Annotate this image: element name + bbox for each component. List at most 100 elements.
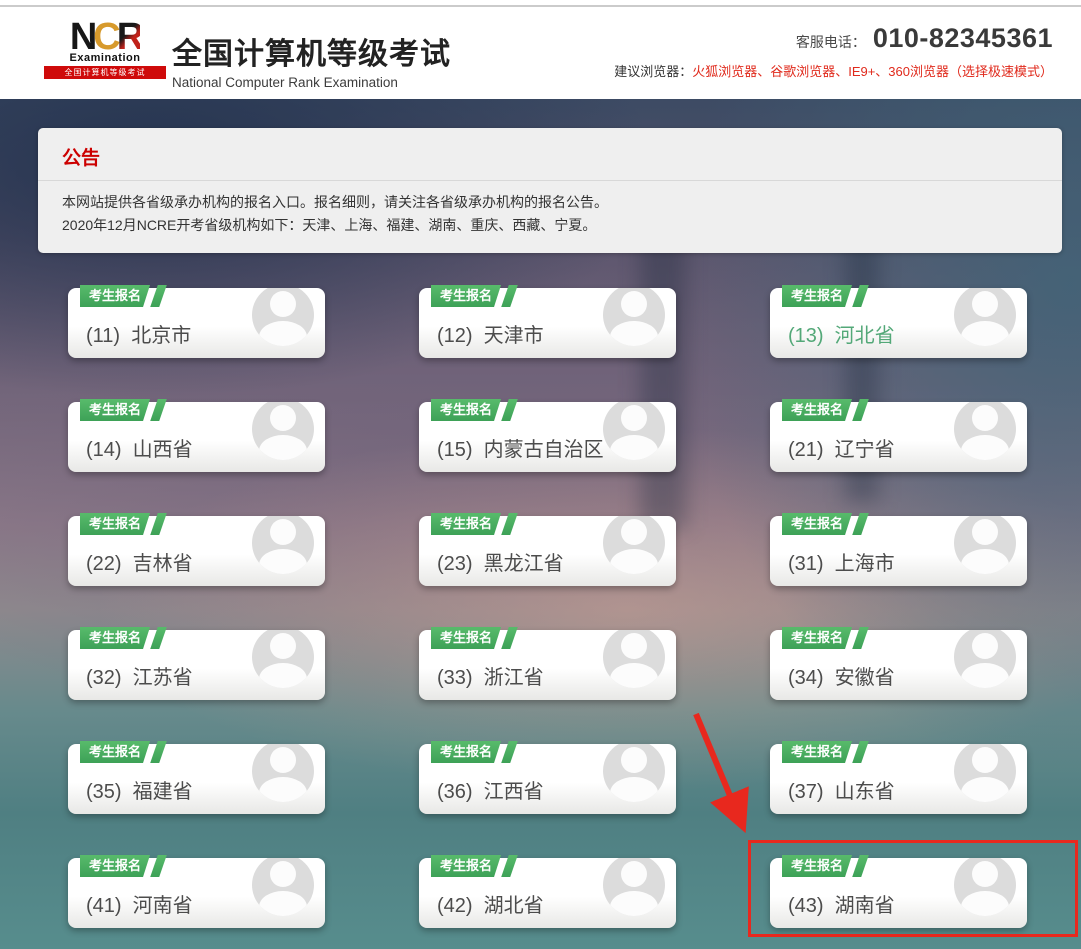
registration-badge-label: 考生报名	[431, 855, 501, 877]
province-label: (23) 黑龙江省	[437, 547, 564, 576]
user-avatar-icon	[252, 744, 314, 802]
registration-badge: 考生报名	[782, 399, 865, 421]
registration-badge-label: 考生报名	[782, 627, 852, 649]
province-card[interactable]: 考生报名 (14) 山西省	[68, 402, 325, 472]
registration-badge-label: 考生报名	[782, 855, 852, 877]
province-label: (33) 浙江省	[437, 661, 544, 690]
province-card[interactable]: 考生报名 (13) 河北省	[770, 288, 1027, 358]
user-avatar-icon	[954, 744, 1016, 802]
announcement-line-2: 2020年12月NCRE开考省级机构如下：天津、上海、福建、湖南、重庆、西藏、宁…	[62, 214, 1038, 237]
province-card[interactable]: 考生报名 (21) 辽宁省	[770, 402, 1027, 472]
registration-badge: 考生报名	[782, 285, 865, 307]
user-avatar-icon	[252, 402, 314, 460]
province-card[interactable]: 考生报名 (23) 黑龙江省	[419, 516, 676, 586]
user-avatar-icon	[954, 630, 1016, 688]
announcement-title: 公告	[38, 128, 1062, 181]
registration-badge: 考生报名	[782, 741, 865, 763]
province-card-annotated[interactable]: 考生报名 (43) 湖南省	[770, 858, 1027, 928]
registration-badge-label: 考生报名	[782, 285, 852, 307]
user-avatar-icon	[603, 744, 665, 802]
ncre-logo[interactable]: NCR Examination 全国计算机等级考试	[44, 19, 166, 79]
province-label: (37) 山东省	[788, 775, 895, 804]
province-label: (42) 湖北省	[437, 889, 544, 918]
registration-badge-label: 考生报名	[80, 399, 150, 421]
user-avatar-icon	[603, 516, 665, 574]
service-phone-row: 客服电话： 010-82345361	[614, 23, 1053, 54]
ncre-logo-banner: 全国计算机等级考试	[44, 66, 166, 79]
province-label: (35) 福建省	[86, 775, 193, 804]
user-avatar-icon	[252, 630, 314, 688]
province-card[interactable]: 考生报名 (37) 山东省	[770, 744, 1027, 814]
province-card[interactable]: 考生报名 (15) 内蒙古自治区	[419, 402, 676, 472]
province-label: (43) 湖南省	[788, 889, 895, 918]
registration-badge: 考生报名	[431, 855, 514, 877]
user-avatar-icon	[603, 402, 665, 460]
user-avatar-icon	[252, 288, 314, 346]
registration-badge-label: 考生报名	[431, 399, 501, 421]
registration-badge: 考生报名	[431, 513, 514, 535]
registration-badge-label: 考生报名	[782, 513, 852, 535]
province-card[interactable]: 考生报名 (11) 北京市	[68, 288, 325, 358]
province-card[interactable]: 考生报名 (32) 江苏省	[68, 630, 325, 700]
registration-badge: 考生报名	[80, 513, 163, 535]
registration-badge: 考生报名	[431, 627, 514, 649]
province-card[interactable]: 考生报名 (35) 福建省	[68, 744, 325, 814]
registration-badge-label: 考生报名	[80, 513, 150, 535]
registration-badge: 考生报名	[431, 741, 514, 763]
province-label: (12) 天津市	[437, 319, 544, 348]
site-title-en: National Computer Rank Examination	[172, 75, 451, 90]
province-card[interactable]: 考生报名 (42) 湖北省	[419, 858, 676, 928]
province-card[interactable]: 考生报名 (22) 吉林省	[68, 516, 325, 586]
registration-badge-label: 考生报名	[80, 741, 150, 763]
announcement-line-1: 本网站提供各省级承办机构的报名入口。报名细则，请关注各省级承办机构的报名公告。	[62, 191, 1038, 214]
province-label: (22) 吉林省	[86, 547, 193, 576]
announcement-body: 本网站提供各省级承办机构的报名入口。报名细则，请关注各省级承办机构的报名公告。 …	[38, 181, 1062, 253]
site-header: NCR Examination 全国计算机等级考试 全国计算机等级考试 Nati…	[0, 9, 1081, 99]
province-card[interactable]: 考生报名 (33) 浙江省	[419, 630, 676, 700]
user-avatar-icon	[252, 858, 314, 916]
province-grid: 考生报名 (11) 北京市 考生报名 (12) 天津市 考生报名 (13) 河北…	[68, 288, 1027, 928]
province-label: (34) 安徽省	[788, 661, 895, 690]
ncre-logo-letters: NCR	[44, 19, 166, 55]
registration-badge-label: 考生报名	[431, 741, 501, 763]
registration-badge-label: 考生报名	[431, 513, 501, 535]
registration-badge: 考生报名	[80, 285, 163, 307]
registration-badge: 考生报名	[782, 855, 865, 877]
ncre-logo-word: Examination	[44, 52, 166, 64]
service-phone-number: 010-82345361	[873, 23, 1053, 54]
user-avatar-icon	[603, 288, 665, 346]
top-divider-line	[0, 0, 1081, 7]
registration-badge: 考生报名	[80, 627, 163, 649]
service-phone-label: 客服电话：	[796, 32, 866, 52]
province-card[interactable]: 考生报名 (31) 上海市	[770, 516, 1027, 586]
browser-suggestion-row: 建议浏览器：火狐浏览器、谷歌浏览器、IE9+、360浏览器（选择极速模式）	[614, 61, 1053, 80]
registration-badge: 考生报名	[431, 285, 514, 307]
header-contact-block: 客服电话： 010-82345361 建议浏览器：火狐浏览器、谷歌浏览器、IE9…	[614, 23, 1053, 80]
site-title: 全国计算机等级考试 National Computer Rank Examina…	[172, 29, 451, 90]
site-title-cn: 全国计算机等级考试	[172, 29, 451, 73]
province-card[interactable]: 考生报名 (12) 天津市	[419, 288, 676, 358]
registration-badge-label: 考生报名	[431, 627, 501, 649]
user-avatar-icon	[954, 402, 1016, 460]
browser-suggestion-label: 建议浏览器：	[614, 64, 692, 79]
registration-badge-label: 考生报名	[80, 285, 150, 307]
registration-badge-label: 考生报名	[80, 627, 150, 649]
user-avatar-icon	[603, 858, 665, 916]
province-card[interactable]: 考生报名 (41) 河南省	[68, 858, 325, 928]
province-label: (11) 北京市	[86, 319, 191, 348]
browser-suggestion-list: 火狐浏览器、谷歌浏览器、IE9+、360浏览器（选择极速模式）	[692, 64, 1053, 79]
province-card[interactable]: 考生报名 (34) 安徽省	[770, 630, 1027, 700]
registration-badge: 考生报名	[431, 399, 514, 421]
province-label: (15) 内蒙古自治区	[437, 433, 604, 462]
user-avatar-icon	[603, 630, 665, 688]
user-avatar-icon	[954, 288, 1016, 346]
registration-badge-label: 考生报名	[782, 741, 852, 763]
announcement-panel: 公告 本网站提供各省级承办机构的报名入口。报名细则，请关注各省级承办机构的报名公…	[38, 128, 1062, 253]
registration-badge: 考生报名	[782, 513, 865, 535]
user-avatar-icon	[954, 858, 1016, 916]
province-label: (14) 山西省	[86, 433, 193, 462]
province-label: (21) 辽宁省	[788, 433, 895, 462]
province-card[interactable]: 考生报名 (36) 江西省	[419, 744, 676, 814]
registration-badge-label: 考生报名	[782, 399, 852, 421]
province-label: (32) 江苏省	[86, 661, 193, 690]
